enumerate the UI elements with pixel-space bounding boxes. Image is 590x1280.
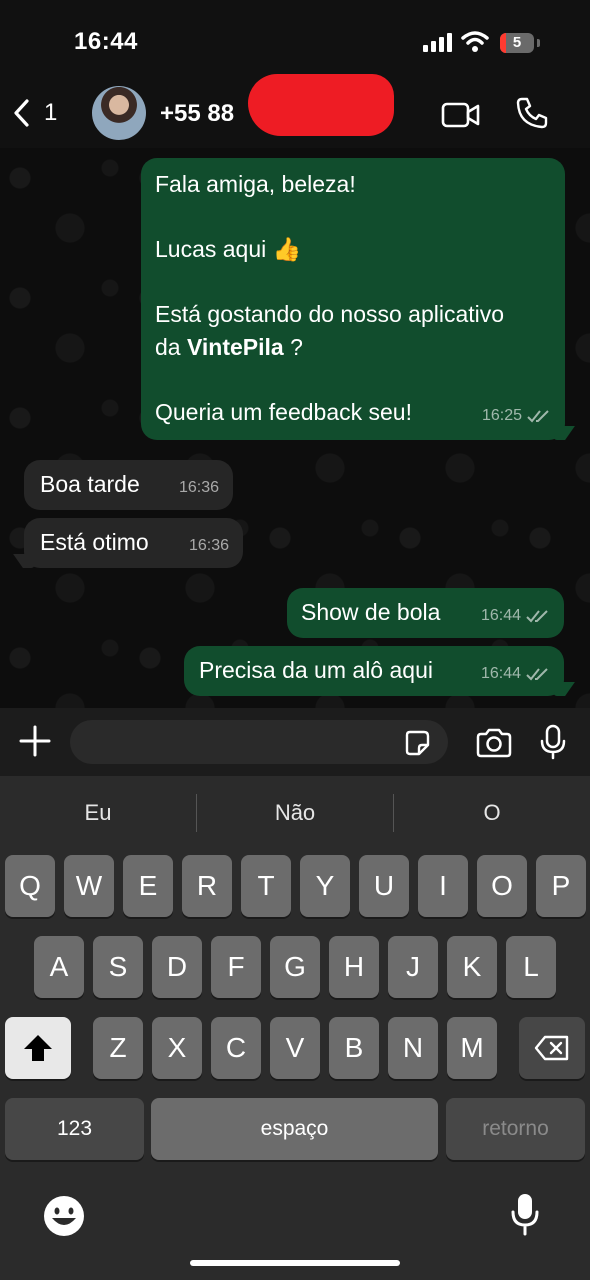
key-h[interactable]: H (329, 936, 379, 998)
key-r[interactable]: R (182, 855, 232, 917)
message-text: Boa tarde (40, 471, 140, 497)
key-o[interactable]: O (477, 855, 527, 917)
space-key[interactable]: espaço (151, 1098, 438, 1160)
message-text: Queria um feedback seu! (155, 399, 412, 425)
message-text: Precisa da um alô aqui (199, 657, 433, 683)
key-i[interactable]: I (418, 855, 468, 917)
suggestion-item[interactable]: Não (197, 776, 393, 850)
message-outgoing[interactable]: Precisa da um alô aqui 16:44 (184, 646, 564, 696)
redaction-mark (248, 74, 394, 136)
back-button[interactable]: 1 (12, 98, 57, 128)
message-time: 16:44 (480, 607, 521, 624)
key-z[interactable]: Z (93, 1017, 143, 1079)
cellular-signal-icon (423, 32, 453, 52)
composer-bar (0, 708, 590, 776)
message-outgoing[interactable]: Fala amiga, beleza! Lucas aqui 👍 Está go… (141, 158, 565, 440)
key-f[interactable]: F (211, 936, 261, 998)
message-text: Está gostando do nosso aplicativo (155, 301, 505, 327)
message-time: 16:36 (178, 479, 219, 496)
unread-count: 1 (44, 99, 58, 126)
dictation-microphone-icon[interactable] (510, 1192, 540, 1236)
phone-icon[interactable] (515, 96, 549, 130)
home-indicator[interactable] (190, 1260, 400, 1266)
chat-area[interactable]: Fala amiga, beleza! Lucas aqui 👍 Está go… (0, 148, 590, 708)
key-w[interactable]: W (64, 855, 114, 917)
message-meta: 16:44 (481, 657, 550, 690)
double-check-icon (526, 609, 548, 622)
key-q[interactable]: Q (5, 855, 55, 917)
key-n[interactable]: N (388, 1017, 438, 1079)
microphone-icon[interactable] (540, 724, 566, 760)
contact-name[interactable]: +55 88 (160, 100, 234, 128)
video-call-icon[interactable] (441, 101, 481, 129)
key-j[interactable]: J (388, 936, 438, 998)
key-v[interactable]: V (270, 1017, 320, 1079)
message-text: Show de bola (301, 599, 441, 625)
chevron-left-icon (14, 99, 29, 127)
message-time: 16:36 (188, 537, 229, 554)
message-incoming[interactable]: Boa tarde 16:36 (24, 460, 233, 510)
key-t[interactable]: T (241, 855, 291, 917)
key-g[interactable]: G (270, 936, 320, 998)
return-key[interactable]: retorno (446, 1098, 585, 1160)
message-time: 16:25 (481, 407, 522, 424)
keyboard: Eu Não O Q W E R T Y U I O P A S D F G H… (0, 776, 590, 1280)
suggestion-item[interactable]: O (394, 776, 590, 850)
chat-header: 1 +55 88 (0, 74, 590, 148)
message-text: Está otimo (40, 529, 149, 555)
backspace-icon (534, 1035, 569, 1061)
key-p[interactable]: P (536, 855, 586, 917)
message-text: Fala amiga, beleza! (155, 171, 356, 197)
camera-icon[interactable] (475, 728, 513, 758)
key-a[interactable]: A (34, 936, 84, 998)
message-meta: 16:44 (481, 599, 550, 632)
shift-key[interactable] (5, 1017, 71, 1079)
key-c[interactable]: C (211, 1017, 261, 1079)
double-check-icon (526, 667, 548, 680)
emoji-icon[interactable] (42, 1194, 86, 1238)
message-meta: 16:25 (482, 399, 551, 432)
message-text: Lucas aqui 👍 (155, 236, 302, 262)
key-e[interactable]: E (123, 855, 173, 917)
numbers-key[interactable]: 123 (5, 1098, 144, 1160)
backspace-key[interactable] (519, 1017, 585, 1079)
shift-arrow-icon (24, 1035, 52, 1061)
message-time: 16:44 (480, 665, 521, 682)
key-l[interactable]: L (506, 936, 556, 998)
suggestion-item[interactable]: Eu (0, 776, 196, 850)
wifi-icon (461, 31, 489, 52)
double-check-icon (527, 409, 549, 422)
key-d[interactable]: D (152, 936, 202, 998)
key-u[interactable]: U (359, 855, 409, 917)
key-k[interactable]: K (447, 936, 497, 998)
key-m[interactable]: M (447, 1017, 497, 1079)
plus-icon[interactable] (18, 724, 52, 758)
battery-level: 5 (512, 34, 522, 51)
key-s[interactable]: S (93, 936, 143, 998)
key-b[interactable]: B (329, 1017, 379, 1079)
message-outgoing[interactable]: Show de bola 16:44 (287, 588, 564, 638)
key-y[interactable]: Y (300, 855, 350, 917)
battery-icon: 5 (500, 33, 534, 53)
message-incoming[interactable]: Está otimo 16:36 (24, 518, 243, 568)
message-text: da VintePila ? (155, 334, 303, 360)
key-x[interactable]: X (152, 1017, 202, 1079)
status-time: 16:44 (74, 28, 138, 55)
message-input[interactable] (70, 720, 448, 764)
sticker-icon[interactable] (403, 729, 431, 757)
avatar[interactable] (92, 86, 146, 140)
